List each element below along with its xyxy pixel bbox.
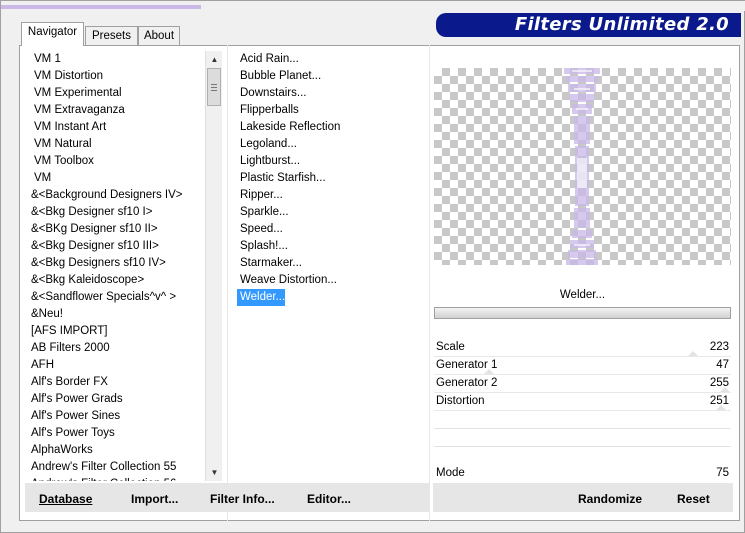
- category-item[interactable]: VM Toolbox: [25, 153, 203, 170]
- mode-value: 75: [716, 467, 729, 479]
- category-item[interactable]: &<Bkg Designer sf10 III>: [25, 238, 203, 255]
- param-label: Distortion: [436, 395, 485, 407]
- scroll-down-arrow-icon[interactable]: ▼: [206, 464, 223, 481]
- category-item[interactable]: VM: [25, 170, 203, 187]
- filter-info-button-label: Filter Info...: [210, 492, 275, 506]
- param-generator-2[interactable]: Generator 2 255: [434, 375, 731, 393]
- category-item[interactable]: &Neu!: [25, 306, 203, 323]
- slider-handle[interactable]: [688, 351, 698, 356]
- filter-item[interactable]: Speed...: [237, 221, 283, 238]
- filter-item[interactable]: Sparkle...: [237, 204, 289, 221]
- category-item[interactable]: VM 1: [25, 51, 203, 68]
- category-item[interactable]: AFH: [25, 357, 203, 374]
- tab-presets[interactable]: Presets: [85, 26, 138, 46]
- filters-unlimited-window: Filters Unlimited 2.0 Navigator Presets …: [0, 0, 745, 533]
- param-label: Scale: [436, 341, 465, 353]
- welder-preview-image: [564, 68, 600, 265]
- tab-about[interactable]: About: [138, 26, 180, 46]
- import-button[interactable]: Import...: [131, 492, 178, 506]
- editor-button-label: Editor...: [307, 492, 352, 506]
- category-item[interactable]: VM Instant Art: [25, 119, 203, 136]
- category-item[interactable]: &<Bkg Designer sf10 I>: [25, 204, 203, 221]
- import-button-label: Import...: [131, 492, 179, 506]
- parameter-sliders: Scale 223 Generator 1 47 Generator 2 255…: [434, 339, 731, 411]
- filter-item[interactable]: Flipperballs: [237, 102, 299, 119]
- randomize-button-label: Randomize: [578, 492, 643, 506]
- category-item[interactable]: Alf's Power Toys: [25, 425, 203, 442]
- param-distortion[interactable]: Distortion 251: [434, 393, 731, 411]
- filter-item[interactable]: Splash!...: [237, 238, 288, 255]
- filter-preview: [434, 68, 731, 265]
- category-item[interactable]: AB Filters 2000: [25, 340, 203, 357]
- category-list[interactable]: VM 1 VM Distortion VM Experimental VM Extra…: [25, 51, 203, 481]
- randomize-button[interactable]: Randomize: [578, 492, 642, 506]
- param-generator-1[interactable]: Generator 1 47: [434, 357, 731, 375]
- filter-item[interactable]: Weave Distortion...: [237, 272, 337, 289]
- category-item[interactable]: &<Sandflower Specials^v^ >: [25, 289, 203, 306]
- category-item[interactable]: VM Extravaganza: [25, 102, 203, 119]
- reset-button-label: Reset: [677, 492, 710, 506]
- param-label: Generator 2: [436, 377, 498, 389]
- filter-item[interactable]: Downstairs...: [237, 85, 306, 102]
- category-item[interactable]: &<Bkg Designers sf10 IV>: [25, 255, 203, 272]
- editor-button[interactable]: Editor...: [307, 492, 351, 506]
- filter-item[interactable]: Starmaker...: [237, 255, 302, 272]
- title-strip: [1, 1, 745, 11]
- scroll-thumb[interactable]: [207, 68, 221, 106]
- category-item[interactable]: Andrew's Filter Collection 55: [25, 459, 203, 476]
- scroll-up-arrow-icon[interactable]: ▲: [206, 51, 223, 68]
- category-scrollbar[interactable]: ▲ ▼: [205, 51, 222, 481]
- list-divider: [227, 45, 228, 521]
- empty-slider-line: [434, 446, 731, 447]
- category-item[interactable]: Andrew's Filter Collection 56: [25, 476, 203, 481]
- category-item[interactable]: VM Natural: [25, 136, 203, 153]
- category-item[interactable]: VM Distortion: [25, 68, 203, 85]
- category-item[interactable]: VM Experimental: [25, 85, 203, 102]
- category-item[interactable]: Alf's Power Sines: [25, 408, 203, 425]
- filter-info-button[interactable]: Filter Info...: [210, 492, 275, 506]
- tab-navigator[interactable]: Navigator: [21, 22, 84, 46]
- render-progress-bar: [434, 307, 731, 319]
- slider-handle[interactable]: [716, 405, 726, 410]
- category-item[interactable]: &<Bkg Kaleidoscope>: [25, 272, 203, 289]
- filter-item[interactable]: Plastic Starfish...: [237, 170, 326, 187]
- filter-item[interactable]: Bubble Planet...: [237, 68, 321, 85]
- database-button[interactable]: Database: [39, 492, 92, 506]
- category-item[interactable]: AlphaWorks: [25, 442, 203, 459]
- filter-item[interactable]: Legoland...: [237, 136, 297, 153]
- category-item[interactable]: Alf's Power Grads: [25, 391, 203, 408]
- reset-button[interactable]: Reset: [677, 492, 710, 506]
- filter-item[interactable]: Acid Rain...: [237, 51, 299, 68]
- preview-filter-name: Welder...: [559, 289, 606, 301]
- category-item[interactable]: Alf's Border FX: [25, 374, 203, 391]
- filter-item[interactable]: Lakeside Reflection: [237, 119, 340, 136]
- param-value: 47: [716, 359, 729, 371]
- category-item[interactable]: [AFS IMPORT]: [25, 323, 203, 340]
- param-scale[interactable]: Scale 223: [434, 339, 731, 357]
- category-item[interactable]: &<Background Designers IV>: [25, 187, 203, 204]
- title-accent: [1, 5, 201, 9]
- database-button-label: Database: [39, 492, 93, 506]
- filter-item[interactable]: Lightburst...: [237, 153, 300, 170]
- preview-divider: [429, 45, 430, 521]
- empty-slider-line: [434, 428, 731, 429]
- app-banner: Filters Unlimited 2.0: [436, 13, 741, 37]
- filter-item[interactable]: Welder...: [237, 289, 286, 306]
- filter-item[interactable]: Ripper...: [237, 187, 283, 204]
- slider-handle[interactable]: [484, 369, 494, 374]
- slider-handle[interactable]: [720, 387, 730, 392]
- param-mode[interactable]: Mode 75: [434, 465, 731, 483]
- param-value: 223: [709, 341, 729, 353]
- category-item[interactable]: &<BKg Designer sf10 II>: [25, 221, 203, 238]
- filter-list[interactable]: Acid Rain... Bubble Planet... Downstairs..…: [237, 51, 427, 306]
- mode-label: Mode: [436, 467, 465, 479]
